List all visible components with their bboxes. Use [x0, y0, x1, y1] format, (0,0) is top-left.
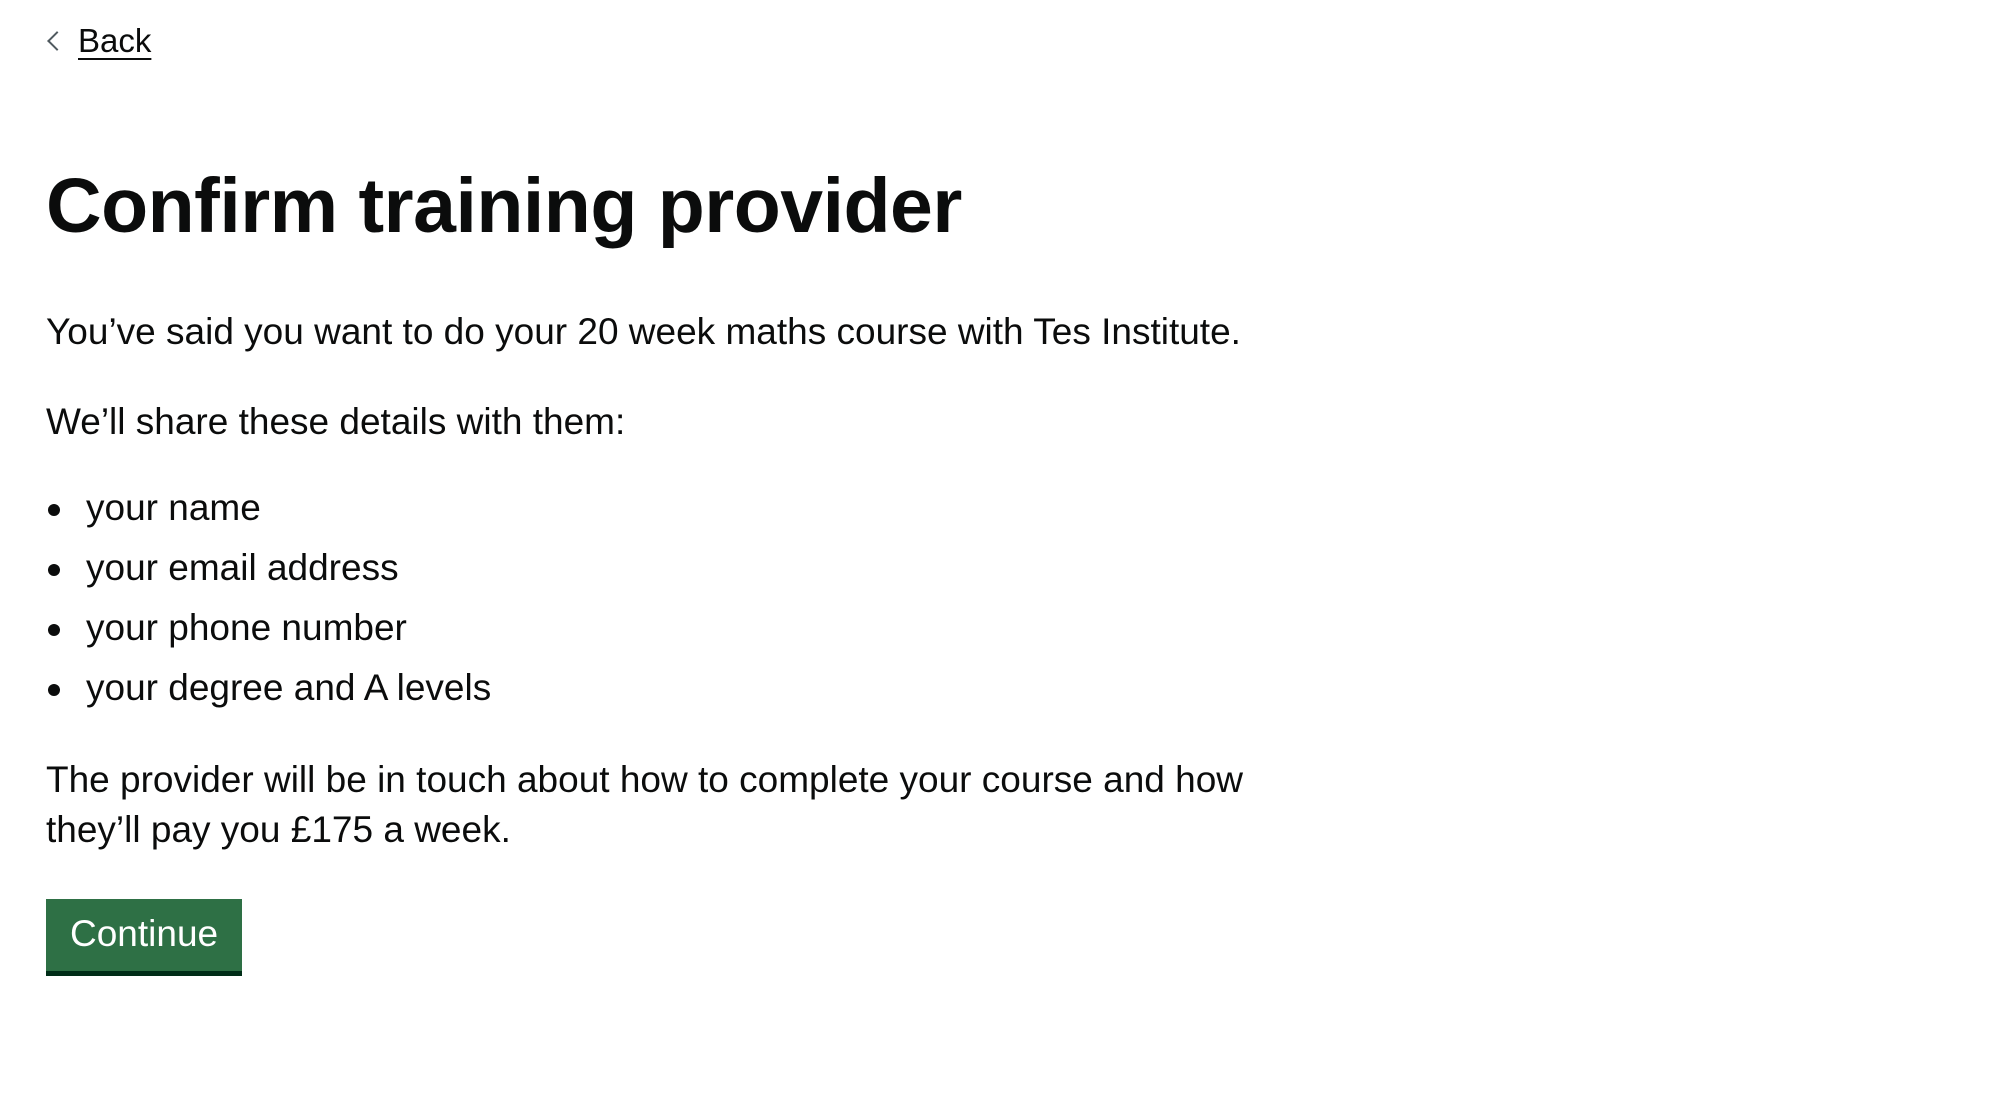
list-item: your phone number: [46, 603, 1306, 653]
list-item-text: your name: [86, 486, 261, 528]
bullet-icon: [48, 563, 60, 576]
list-item: your name: [46, 483, 1306, 533]
chevron-left-icon: [47, 31, 67, 51]
bullet-icon: [48, 683, 60, 696]
share-heading: We’ll share these details with them:: [46, 400, 626, 442]
bullet-icon: [48, 503, 60, 516]
outro-text: The provider will be in touch about how …: [46, 758, 1244, 850]
intro-text: You’ve said you want to do your 20 week …: [46, 310, 1241, 352]
list-item-text: your email address: [86, 546, 399, 588]
list-item: your degree and A levels: [46, 663, 1306, 713]
page: Back Confirm training provider You’ve sa…: [0, 0, 1991, 1120]
main-content: Confirm training provider You’ve said yo…: [46, 162, 1306, 971]
back-link[interactable]: Back: [46, 22, 151, 60]
bullet-icon: [48, 623, 60, 636]
back-link-label: Back: [78, 22, 152, 59]
continue-button[interactable]: Continue: [46, 898, 243, 971]
details-list: your name your email address your phone …: [46, 483, 1306, 713]
list-item-text: your phone number: [86, 606, 407, 648]
list-item-text: your degree and A levels: [86, 666, 492, 708]
page-title: Confirm training provider: [46, 163, 962, 249]
list-item: your email address: [46, 543, 1306, 593]
